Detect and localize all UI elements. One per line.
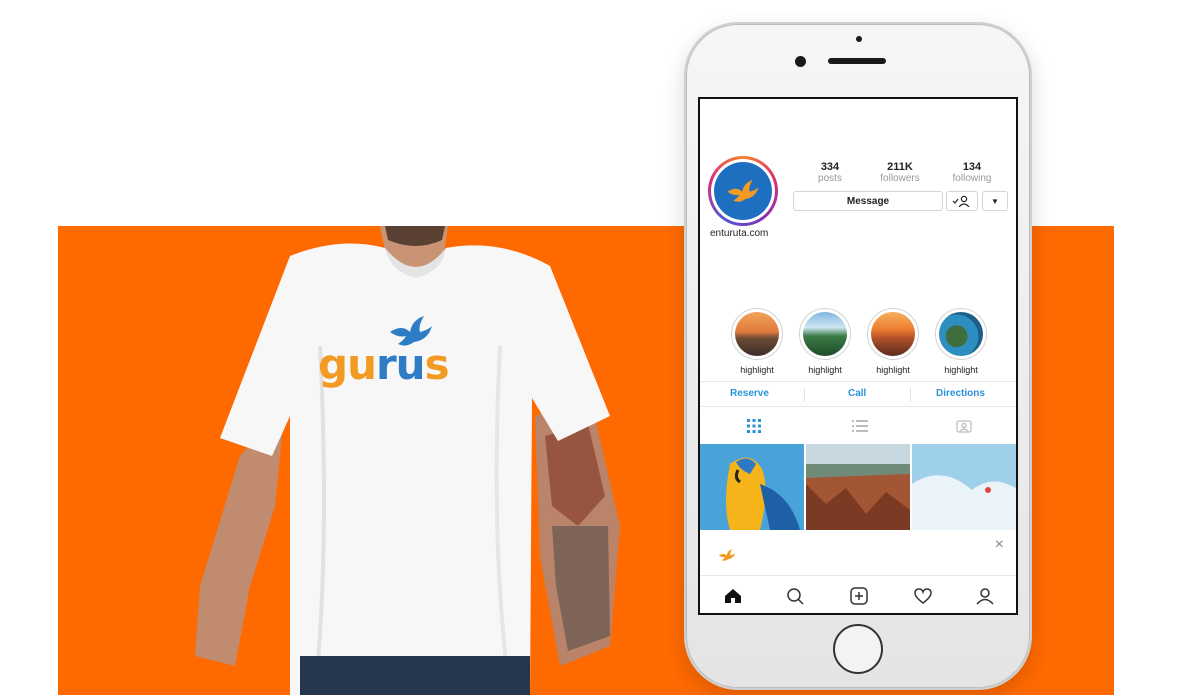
add-post-icon <box>850 587 868 605</box>
tagged-view-tab[interactable] <box>954 417 974 435</box>
divider <box>910 388 911 402</box>
highlight-label: highlight <box>740 365 774 375</box>
profile-nav-button[interactable] <box>974 585 996 607</box>
model-tshirt-image <box>180 226 640 695</box>
follow-user-button[interactable] <box>946 191 978 211</box>
home-icon <box>725 589 741 603</box>
bird-logo-icon <box>718 549 736 561</box>
highlight-item[interactable]: highlight <box>928 308 994 375</box>
highlight-circle <box>731 308 783 360</box>
phone-home-button[interactable] <box>833 624 883 674</box>
home-nav-button[interactable] <box>722 585 744 607</box>
stat-label: following <box>952 173 992 184</box>
new-post-nav-button[interactable] <box>848 585 870 607</box>
highlight-circle <box>799 308 851 360</box>
stat-value: 134 <box>962 161 982 173</box>
highlight-label: highlight <box>808 365 842 375</box>
highlight-item[interactable]: highlight <box>724 308 790 375</box>
notification-banner[interactable]: × <box>700 530 1016 576</box>
phone-speaker <box>828 58 886 64</box>
grid-photo-sky[interactable] <box>912 444 1016 530</box>
bottom-navigation <box>700 579 1016 613</box>
bird-logo-icon <box>727 179 759 202</box>
brand-text-part1: gu <box>318 340 377 389</box>
phone-sensor <box>856 36 862 42</box>
add-user-icon <box>952 195 970 207</box>
highlight-circle <box>935 308 987 360</box>
search-nav-button[interactable] <box>784 585 806 607</box>
photo-grid <box>700 444 1016 530</box>
heart-icon <box>914 588 932 604</box>
avatar-image <box>714 162 772 220</box>
phone-camera <box>795 56 806 67</box>
call-button[interactable]: Call <box>848 388 866 399</box>
reserve-button[interactable]: Reserve <box>730 388 769 399</box>
stat-followers[interactable]: 211K followers <box>870 161 930 185</box>
grid-photo-parrot[interactable] <box>700 444 804 530</box>
bird-logo-icon <box>390 316 432 346</box>
profile-view-tabs <box>700 411 1016 441</box>
highlight-thumbnail <box>871 312 915 356</box>
highlight-thumbnail <box>939 312 983 356</box>
highlight-thumbnail <box>735 312 779 356</box>
stat-value: 334 <box>820 161 840 173</box>
stat-label: posts <box>818 173 842 184</box>
highlight-label: highlight <box>876 365 910 375</box>
highlight-thumbnail <box>803 312 847 356</box>
highlight-item[interactable]: highlight <box>860 308 926 375</box>
grid-view-tab[interactable] <box>744 417 764 435</box>
stat-following[interactable]: 134 following <box>942 161 1002 185</box>
user-icon <box>976 588 994 605</box>
list-view-tab[interactable] <box>850 417 870 435</box>
highlight-label: highlight <box>944 365 978 375</box>
directions-button[interactable]: Directions <box>936 388 985 399</box>
list-icon <box>852 420 868 432</box>
tagged-photo-icon <box>956 420 972 433</box>
more-options-button[interactable]: ▼ <box>982 191 1008 211</box>
stat-label: followers <box>880 173 920 184</box>
close-icon[interactable]: × <box>995 536 1004 554</box>
avatar-border <box>711 159 775 223</box>
message-button[interactable]: Message <box>793 191 943 211</box>
search-icon <box>787 588 804 605</box>
highlight-circle <box>867 308 919 360</box>
divider <box>804 388 805 402</box>
stat-posts[interactable]: 334 posts <box>800 161 860 185</box>
instagram-profile-screen: enturuta.com 334 posts 211K followers 13… <box>698 97 1018 615</box>
business-actions-row: Reserve Call Directions <box>700 381 1016 407</box>
profile-avatar[interactable] <box>708 156 778 226</box>
grid-icon <box>747 419 761 433</box>
stat-value: 211K <box>887 161 913 173</box>
highlight-item[interactable]: highlight <box>792 308 858 375</box>
activity-nav-button[interactable] <box>912 585 934 607</box>
grid-photo-canyon[interactable] <box>806 444 910 530</box>
profile-username: enturuta.com <box>710 228 769 239</box>
